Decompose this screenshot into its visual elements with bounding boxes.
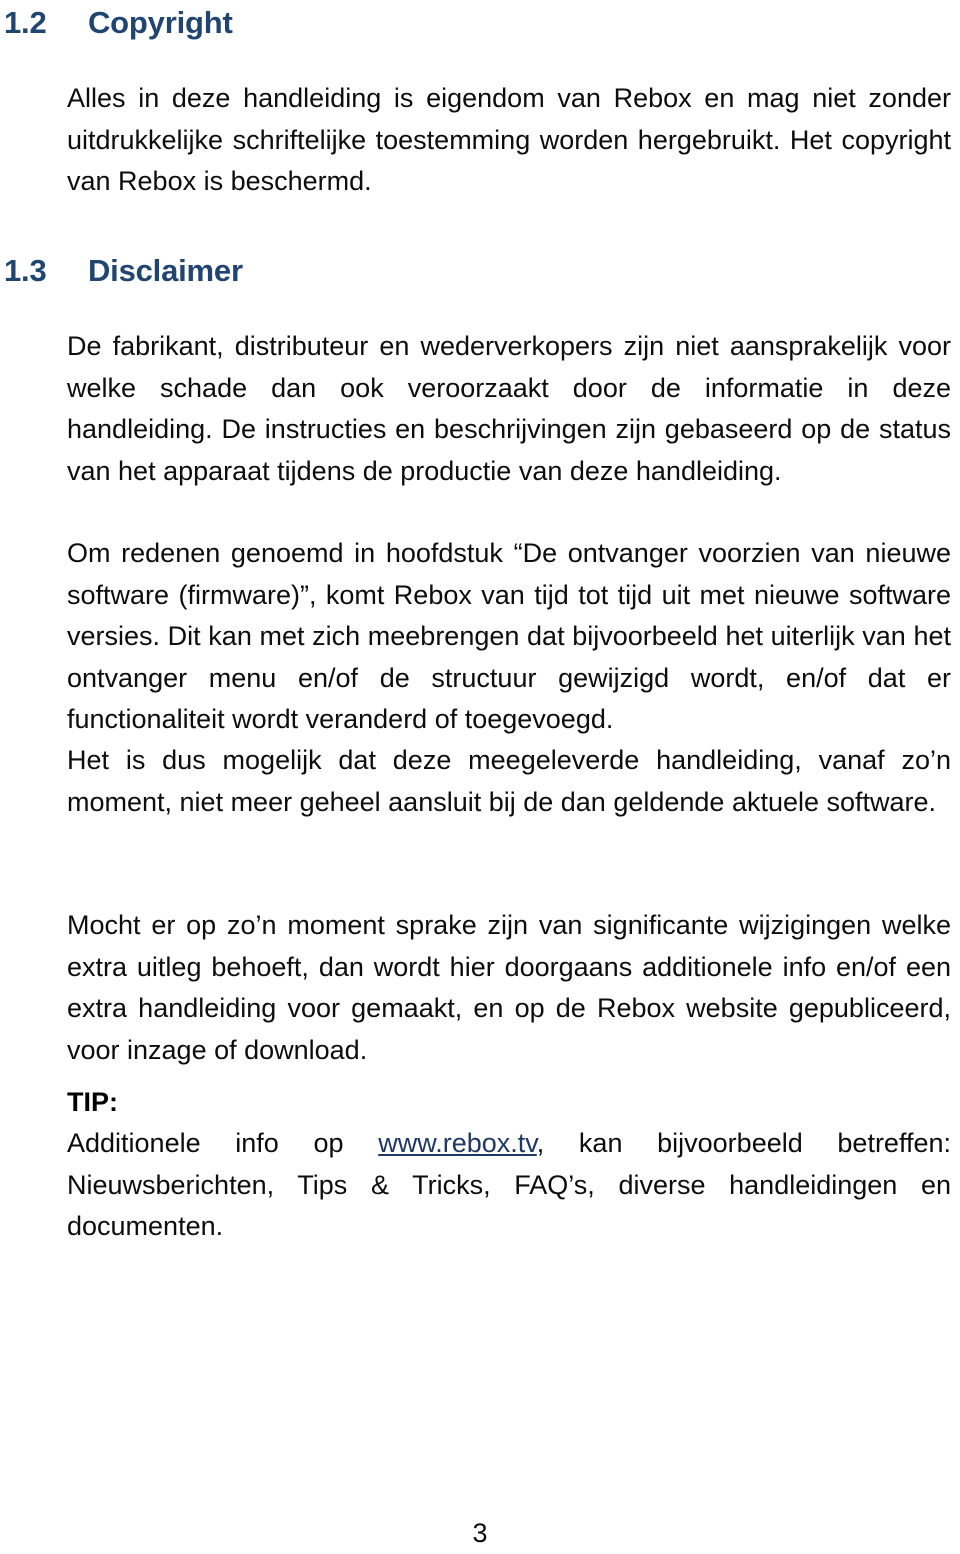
heading-copyright: 1.2 Copyright (0, 4, 960, 42)
heading-copyright-title: Copyright (88, 5, 233, 40)
paragraph-disclaimer-4: Mocht er op zo’n moment sprake zijn van … (67, 910, 951, 1065)
heading-disclaimer-title: Disclaimer (88, 253, 243, 288)
paragraph-disclaimer-2: Om redenen genoemd in hoofdstuk “De ontv… (67, 538, 951, 734)
paragraph-copyright: Alles in deze handleiding is eigendom va… (67, 83, 951, 196)
tip-label: TIP: (67, 1087, 118, 1117)
heading-disclaimer: 1.3 Disclaimer (0, 252, 960, 290)
heading-copyright-number: 1.2 (4, 5, 47, 40)
tip-text-before-link: Additionele info op (67, 1128, 379, 1158)
rebox-website-link[interactable]: www.rebox.tv (378, 1128, 537, 1158)
paragraph-disclaimer-1: De fabrikant, distributeur en wederverko… (67, 331, 951, 486)
paragraph-disclaimer-3: Het is dus mogelijk dat deze meegeleverd… (67, 745, 951, 817)
paragraph-tip: Additionele info op www.rebox.tv, kan bi… (67, 1123, 951, 1248)
heading-disclaimer-number: 1.3 (4, 253, 47, 288)
page-number: 3 (472, 1518, 488, 1548)
document-page: 1.2 Copyright Alles in deze handleiding … (0, 0, 960, 1554)
